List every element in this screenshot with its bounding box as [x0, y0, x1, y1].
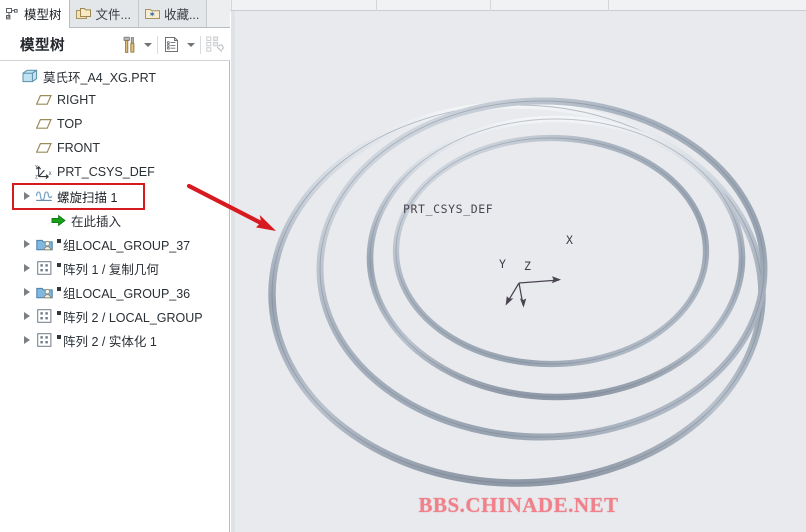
- helical-sweep-model: [268, 97, 768, 487]
- svg-text:X: X: [49, 171, 52, 177]
- coordinate-system-triad: [506, 279, 560, 306]
- coordinate-system-icon: YZ X: [34, 162, 54, 182]
- tree-node-label: FRONT: [57, 141, 101, 155]
- insert-here-arrow-icon: [48, 210, 68, 230]
- part-cube-icon: [20, 66, 40, 86]
- tab-favorites-label: 收藏...: [163, 8, 200, 22]
- tree-node-label: 莫氏环_A4_XG.PRT: [43, 70, 157, 85]
- svg-text:Z: Z: [35, 175, 38, 180]
- tree-node[interactable]: 莫氏环_A4_XG.PRT: [0, 64, 229, 88]
- model-tree-list[interactable]: 莫氏环_A4_XG.PRT RIGHT TOP FRONT Y Z X PRT_CSYS_DE…: [0, 61, 229, 532]
- tree-node[interactable]: 在此插入: [0, 208, 229, 232]
- pattern-icon: [34, 330, 54, 350]
- feature-state-marker: [57, 310, 61, 315]
- tree-node[interactable]: 组LOCAL_GROUP_37: [0, 232, 229, 256]
- application-window: 模型树 文件... 收藏... 模型树 莫氏环_A4_XG.PRT RIGHT …: [0, 0, 806, 532]
- settings-tools-dropdown[interactable]: [141, 33, 154, 57]
- group-icon: [34, 234, 54, 254]
- model-tree-panel: 模型树 文件... 收藏... 模型树 莫氏环_A4_XG.PRT RIGHT …: [0, 0, 230, 532]
- pattern-icon: [34, 306, 54, 326]
- csys-label: PRT_CSYS_DEF: [403, 202, 494, 216]
- tab-model-tree[interactable]: 模型树: [0, 0, 70, 28]
- tree-node[interactable]: Y Z X PRT_CSYS_DEF: [0, 160, 229, 184]
- hammer-screwdriver-icon: [123, 36, 134, 53]
- display-options-dropdown[interactable]: [184, 33, 197, 57]
- tab-model-tree-label: 模型树: [24, 8, 62, 22]
- expand-toggle-icon[interactable]: [20, 280, 34, 304]
- expand-toggle-icon[interactable]: [20, 184, 34, 208]
- panel-header: 模型树: [0, 28, 230, 61]
- expand-toggle-icon[interactable]: [20, 256, 34, 280]
- feature-state-marker: [57, 286, 61, 291]
- tree-node[interactable]: 组LOCAL_GROUP_36: [0, 280, 229, 304]
- tree-node-label: 阵列 2 / LOCAL_GROUP: [63, 310, 203, 325]
- tree-node-label: 阵列 2 / 实体化 1: [63, 334, 157, 349]
- favorites-folder-icon: [144, 7, 160, 20]
- tab-files[interactable]: 文件...: [69, 0, 139, 27]
- chevron-down-icon: [186, 42, 195, 47]
- toolbar-separator: [157, 35, 158, 54]
- tree-node-label: PRT_CSYS_DEF: [57, 165, 155, 179]
- tree-node[interactable]: 阵列 2 / 实体化 1: [0, 328, 229, 352]
- model-tree-icon: [6, 7, 20, 21]
- tree-filters-button[interactable]: [204, 33, 226, 57]
- feature-state-marker: [57, 262, 61, 267]
- helical-sweep-icon: [34, 186, 54, 206]
- panel-title: 模型树: [20, 37, 65, 54]
- settings-tools-button[interactable]: [118, 33, 140, 57]
- expand-toggle-icon[interactable]: [20, 232, 34, 256]
- chevron-down-icon: [143, 42, 152, 47]
- axis-label-y: Y: [499, 257, 506, 271]
- toolbar-separator: [200, 35, 201, 54]
- tree-node[interactable]: FRONT: [0, 136, 229, 160]
- tree-node-label: 在此插入: [71, 214, 122, 229]
- group-icon: [34, 282, 54, 302]
- folders-icon: [75, 7, 92, 20]
- pattern-icon: [34, 258, 54, 278]
- tree-filter-disabled-icon: [206, 36, 224, 52]
- graphics-viewport[interactable]: PRT_CSYS_DEF X Y Z BBS.CHINADE.NET: [231, 11, 806, 532]
- axis-label-z: Z: [524, 259, 531, 273]
- panel-tab-bar: 模型树 文件... 收藏...: [0, 0, 230, 28]
- datum-plane-icon: [34, 90, 54, 110]
- tab-favorites[interactable]: 收藏...: [138, 0, 208, 27]
- tree-node-label: RIGHT: [57, 93, 96, 107]
- list-document-icon: [165, 37, 178, 52]
- feature-state-marker: [57, 238, 61, 243]
- tree-node-label: 螺旋扫描 1: [57, 190, 118, 205]
- tree-node[interactable]: RIGHT: [0, 88, 229, 112]
- tab-files-label: 文件...: [95, 8, 131, 22]
- tree-node-label: 组LOCAL_GROUP_37: [63, 238, 191, 253]
- feature-state-marker: [57, 334, 61, 339]
- panel-toolbar: [118, 28, 226, 61]
- expand-toggle-icon[interactable]: [20, 304, 34, 328]
- tree-node[interactable]: 阵列 1 / 复制几何: [0, 256, 229, 280]
- tree-node-label: 组LOCAL_GROUP_36: [63, 286, 191, 301]
- axis-label-x: X: [566, 233, 573, 247]
- tree-node[interactable]: TOP: [0, 112, 229, 136]
- expand-toggle-icon[interactable]: [20, 328, 34, 352]
- display-options-button[interactable]: [161, 33, 183, 57]
- datum-plane-icon: [34, 114, 54, 134]
- svg-text:Y: Y: [35, 165, 38, 171]
- tree-node-label: TOP: [57, 117, 83, 131]
- tree-node[interactable]: 阵列 2 / LOCAL_GROUP: [0, 304, 229, 328]
- datum-plane-icon: [34, 138, 54, 158]
- tree-node[interactable]: 螺旋扫描 1: [0, 184, 229, 208]
- forum-watermark: BBS.CHINADE.NET: [418, 493, 619, 517]
- tree-node-label: 阵列 1 / 复制几何: [63, 262, 159, 277]
